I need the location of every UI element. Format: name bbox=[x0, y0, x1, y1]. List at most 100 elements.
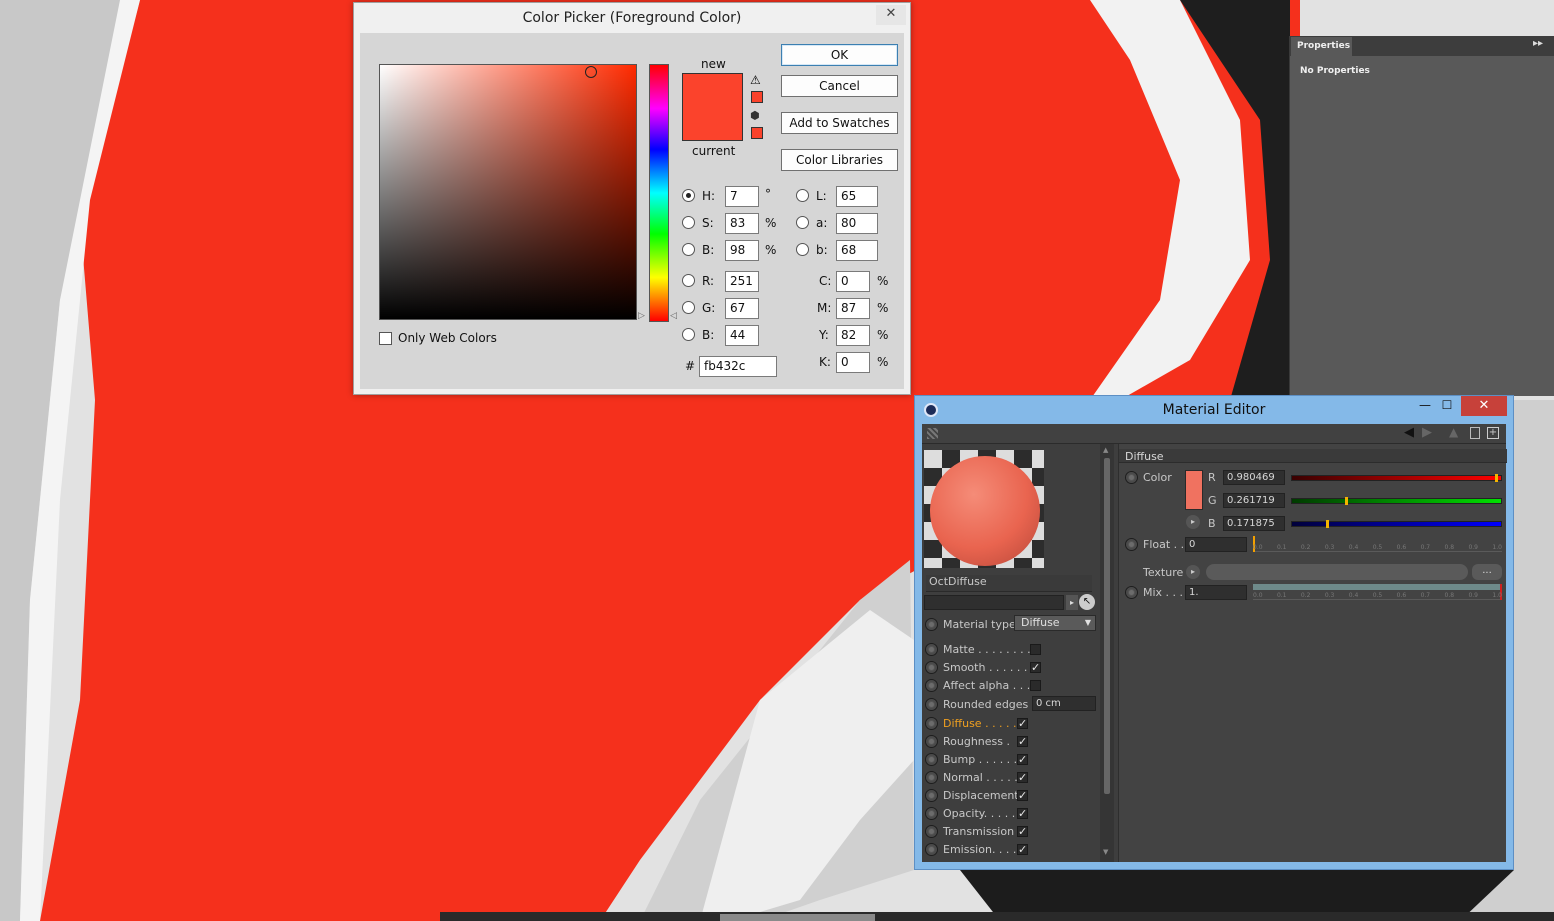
web-cube-icon[interactable]: ⬢ bbox=[750, 109, 760, 122]
pick-cursor-icon[interactable]: ↖ bbox=[1079, 594, 1095, 610]
material-type-dropdown[interactable]: Diffuse ▼ bbox=[1014, 615, 1096, 631]
channel-radio[interactable] bbox=[925, 825, 938, 838]
channel-label[interactable]: Bump . . . . . . bbox=[943, 753, 1017, 766]
scroll-up-icon[interactable]: ▲ bbox=[1103, 446, 1108, 454]
channel-checkbox[interactable]: ✓ bbox=[1017, 808, 1028, 819]
hue-arrow-icon[interactable]: ◁ bbox=[670, 311, 677, 321]
k-input[interactable]: 0 bbox=[836, 352, 870, 373]
saturation-brightness-field[interactable] bbox=[379, 64, 637, 320]
g-value[interactable]: 0.261719 bbox=[1223, 493, 1285, 508]
radio-g[interactable] bbox=[682, 301, 695, 314]
only-web-colors-checkbox[interactable] bbox=[379, 332, 392, 345]
scroll-down-icon[interactable]: ▼ bbox=[1103, 848, 1108, 856]
l-input[interactable]: 65 bbox=[836, 186, 878, 207]
radio-l[interactable] bbox=[796, 189, 809, 202]
option-radio[interactable] bbox=[925, 661, 938, 674]
texture-browse-button[interactable]: ... bbox=[1472, 564, 1502, 580]
expand-arrow-icon[interactable]: ▸ bbox=[1186, 515, 1200, 529]
b-slider-handle[interactable] bbox=[1325, 520, 1329, 528]
radio-bc[interactable] bbox=[682, 328, 695, 341]
channel-label[interactable]: Transmission bbox=[943, 825, 1014, 838]
rounded-edges-input[interactable]: 0 cm bbox=[1032, 696, 1096, 711]
grip-icon[interactable] bbox=[927, 428, 938, 439]
channel-radio[interactable] bbox=[925, 753, 938, 766]
close-icon[interactable]: ✕ bbox=[1461, 396, 1507, 416]
channel-label[interactable]: Normal . . . . . bbox=[943, 771, 1018, 784]
web-color-chip[interactable] bbox=[751, 127, 763, 139]
hue-slider[interactable] bbox=[649, 64, 669, 322]
m-input[interactable]: 87 bbox=[836, 298, 870, 319]
channel-label[interactable]: Diffuse . . . . . bbox=[943, 717, 1017, 730]
radio-r[interactable] bbox=[682, 274, 695, 287]
channel-checkbox[interactable]: ✓ bbox=[1017, 826, 1028, 837]
r-input[interactable]: 251 bbox=[725, 271, 759, 292]
channel-radio[interactable] bbox=[925, 735, 938, 748]
material-path-field[interactable] bbox=[924, 595, 1064, 610]
channel-radio[interactable] bbox=[925, 771, 938, 784]
channel-label[interactable]: Displacement bbox=[943, 789, 1019, 802]
rounded-edges-radio[interactable] bbox=[925, 698, 938, 711]
option-checkbox[interactable]: ✓ bbox=[1030, 662, 1041, 673]
color-radio[interactable] bbox=[1125, 471, 1138, 484]
radio-h[interactable] bbox=[682, 189, 695, 202]
channel-checkbox[interactable]: ✓ bbox=[1017, 754, 1028, 765]
hex-input[interactable]: fb432c bbox=[699, 356, 777, 377]
a-input[interactable]: 80 bbox=[836, 213, 878, 234]
b-input[interactable]: 98 bbox=[725, 240, 759, 261]
up-arrow-icon[interactable]: ▲ bbox=[1449, 425, 1458, 439]
panel-menu-icon[interactable]: ▸▸ bbox=[1533, 38, 1543, 49]
gamut-warning-icon[interactable]: ⚠ bbox=[750, 73, 761, 87]
y-input[interactable]: 82 bbox=[836, 325, 870, 346]
new-panel-icon[interactable]: + bbox=[1487, 427, 1499, 439]
channel-label[interactable]: Opacity. . . . . bbox=[943, 807, 1015, 820]
cancel-button[interactable]: Cancel bbox=[781, 75, 898, 97]
back-arrow-icon[interactable]: ◀ bbox=[1404, 425, 1414, 440]
s-input[interactable]: 83 bbox=[725, 213, 759, 234]
material-name[interactable]: OctDiffuse bbox=[926, 575, 1092, 592]
radio-b[interactable] bbox=[682, 243, 695, 256]
scroll-thumb[interactable] bbox=[1104, 458, 1110, 794]
float-radio[interactable] bbox=[1125, 538, 1138, 551]
option-checkbox[interactable] bbox=[1030, 680, 1041, 691]
texture-arrow-icon[interactable]: ▸ bbox=[1186, 565, 1200, 579]
field-marker[interactable] bbox=[585, 66, 597, 78]
ok-button[interactable]: OK bbox=[781, 44, 898, 66]
channel-radio[interactable] bbox=[925, 843, 938, 856]
g-slider-handle[interactable] bbox=[1344, 497, 1348, 505]
lab-b-input[interactable]: 68 bbox=[836, 240, 878, 261]
color-swatch[interactable] bbox=[1185, 470, 1203, 510]
channel-radio[interactable] bbox=[925, 717, 938, 730]
texture-field[interactable] bbox=[1206, 564, 1468, 580]
mix-slider[interactable]: 0.0 0.1 0.2 0.3 0.4 0.5 0.6 0.7 0.8 0.9 1.0 bbox=[1253, 584, 1502, 600]
lock-icon[interactable] bbox=[1470, 427, 1480, 439]
option-radio[interactable] bbox=[925, 679, 938, 692]
channel-checkbox[interactable]: ✓ bbox=[1017, 772, 1028, 783]
option-checkbox[interactable] bbox=[1030, 644, 1041, 655]
bc-input[interactable]: 44 bbox=[725, 325, 759, 346]
add-to-swatches-button[interactable]: Add to Swatches bbox=[781, 112, 898, 134]
c-input[interactable]: 0 bbox=[836, 271, 870, 292]
mix-radio[interactable] bbox=[1125, 586, 1138, 599]
channel-checkbox[interactable]: ✓ bbox=[1017, 718, 1028, 729]
h-input[interactable]: 7 bbox=[725, 186, 759, 207]
channel-checkbox[interactable]: ✓ bbox=[1017, 790, 1028, 801]
channel-label[interactable]: Roughness . bbox=[943, 735, 1010, 748]
left-scrollbar[interactable]: ▲ ▼ bbox=[1100, 444, 1114, 862]
path-arrow-icon[interactable]: ▸ bbox=[1066, 595, 1078, 610]
minimize-icon[interactable]: — bbox=[1415, 398, 1435, 414]
radio-lab-b[interactable] bbox=[796, 243, 809, 256]
material-type-radio[interactable] bbox=[925, 618, 938, 631]
channel-checkbox[interactable]: ✓ bbox=[1017, 736, 1028, 747]
channel-radio[interactable] bbox=[925, 789, 938, 802]
r-slider-handle[interactable] bbox=[1494, 474, 1498, 482]
g-slider[interactable] bbox=[1291, 497, 1502, 505]
b-value[interactable]: 0.171875 bbox=[1223, 516, 1285, 531]
gamut-color-chip[interactable] bbox=[751, 91, 763, 103]
b-slider[interactable] bbox=[1291, 520, 1502, 528]
close-icon[interactable]: ✕ bbox=[876, 5, 906, 25]
channel-radio[interactable] bbox=[925, 807, 938, 820]
r-slider[interactable] bbox=[1291, 474, 1502, 482]
channel-checkbox[interactable]: ✓ bbox=[1017, 844, 1028, 855]
forward-arrow-icon[interactable]: ▶ bbox=[1422, 425, 1432, 440]
option-radio[interactable] bbox=[925, 643, 938, 656]
